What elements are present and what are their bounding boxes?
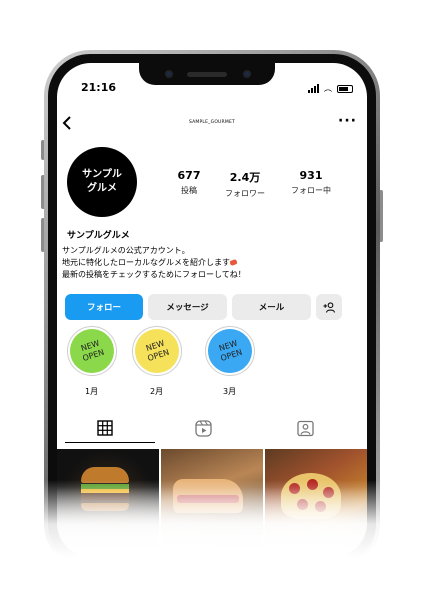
follow-button[interactable]: フォロー (65, 294, 143, 320)
avatar[interactable]: サンプル グルメ (67, 147, 137, 217)
stat-label: 投稿 (181, 186, 197, 195)
bio-line: 最新の投稿をチェックするためにフォローしてね！ (62, 270, 246, 279)
highlight-label: 2月 (150, 387, 164, 396)
status-icons: ︵ (308, 83, 353, 94)
notch (139, 63, 275, 85)
highlight-cover: NEW OPEN (202, 323, 258, 379)
bio: サンプルグルメの公式アカウント。 地元に特化したローカルなグルメを紹介します 最… (62, 245, 246, 281)
stat-posts[interactable]: 677 投稿 (169, 169, 209, 196)
bio-line-wrap: 地元に特化したローカルなグルメを紹介します (62, 257, 246, 269)
active-tab-indicator (65, 442, 155, 443)
speaker (187, 72, 227, 77)
mail-button[interactable]: メール (232, 294, 311, 320)
front-camera-right (243, 70, 251, 78)
front-camera-left (165, 70, 173, 78)
tab-grid[interactable] (57, 412, 153, 444)
message-button[interactable]: メッセージ (148, 294, 227, 320)
grid-icon (97, 420, 113, 436)
display-name: サンプルグルメ (67, 231, 130, 241)
highlight-label: 3月 (223, 387, 237, 396)
add-user-icon (323, 301, 335, 313)
stat-following[interactable]: 931 フォロー中 (283, 169, 339, 196)
meat-emoji-icon (229, 258, 238, 267)
highlight-cover: NEW OPEN (129, 323, 185, 379)
highlight-label: 1月 (85, 387, 99, 396)
bio-line: 地元に特化したローカルなグルメを紹介します (62, 258, 230, 267)
chevron-left-icon[interactable] (61, 115, 73, 135)
stat-followers[interactable]: 2.4万 フォロワー (217, 169, 273, 199)
status-time: 21:16 (81, 81, 117, 94)
highlight-feb[interactable]: NEW OPEN (129, 323, 185, 379)
more-horizontal-icon[interactable]: ··· (338, 113, 357, 129)
tagged-user-icon (296, 420, 314, 436)
highlight-jan[interactable]: NEW OPEN (64, 323, 120, 379)
profile-tabs (57, 412, 367, 444)
bottom-fade-overlay (0, 480, 422, 590)
wifi-icon: ︵ (324, 84, 332, 93)
highlight-mar[interactable]: NEW OPEN (202, 323, 258, 379)
tab-tagged[interactable] (257, 412, 353, 444)
add-user-button[interactable] (316, 294, 342, 320)
highlight-cover: NEW OPEN (64, 323, 120, 379)
stat-value: 2.4万 (229, 171, 261, 184)
profile-header: SAMPLE_GOURMET ··· (57, 113, 367, 137)
reels-icon (194, 419, 212, 437)
stage: 21:16 ︵ SAMPLE_GOURMET ··· サンプル グルメ 677 … (0, 0, 422, 590)
battery-icon (337, 84, 353, 93)
signal-icon (308, 84, 319, 93)
stat-value: 677 (177, 169, 201, 182)
stat-label: フォロワー (225, 189, 265, 198)
stat-value: 931 (299, 169, 323, 182)
bio-line: サンプルグルメの公式アカウント。 (62, 246, 190, 255)
tab-reels[interactable] (155, 412, 251, 444)
stat-label: フォロー中 (291, 186, 331, 195)
profile-username: SAMPLE_GOURMET (189, 120, 235, 125)
